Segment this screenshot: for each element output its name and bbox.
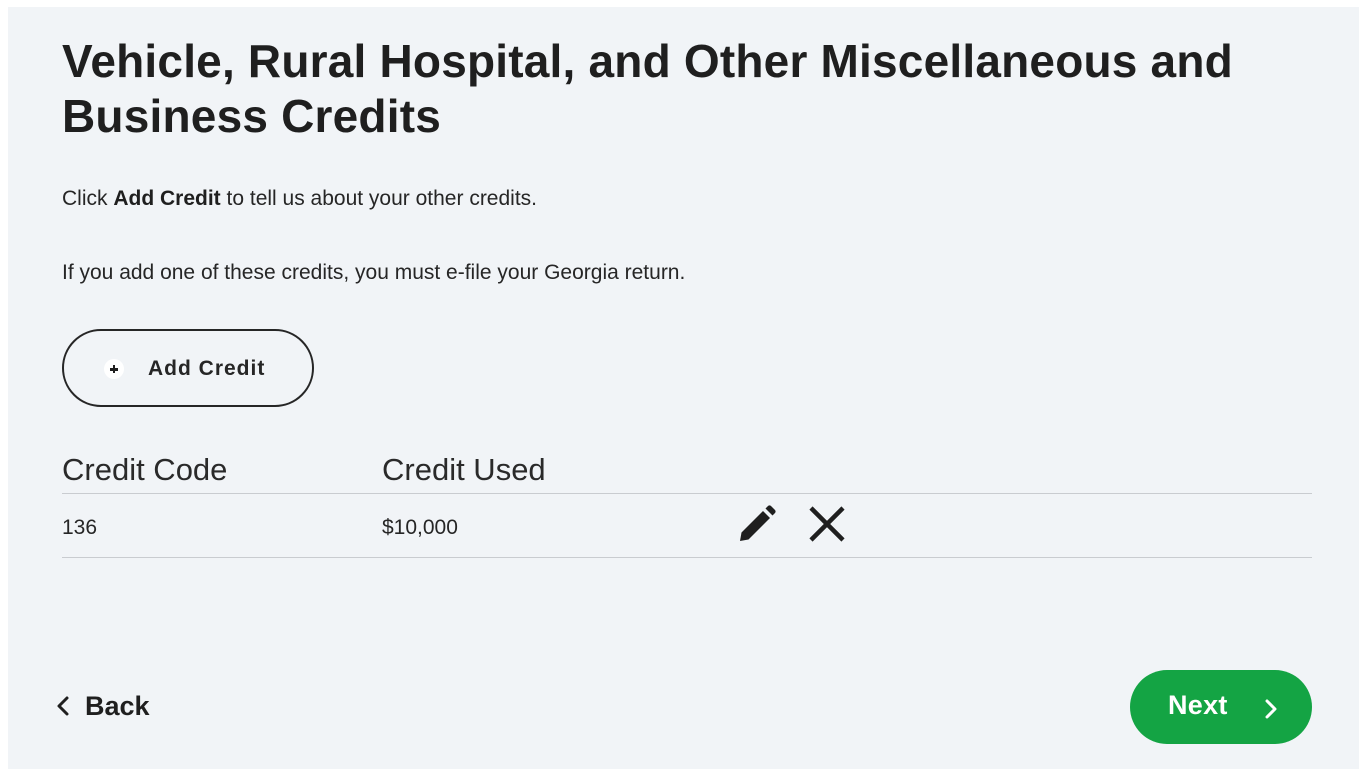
column-header-credit-used: Credit Used [382,452,546,487]
chevron-right-icon [1265,699,1277,719]
next-label: Next [1168,690,1228,720]
instruction-prefix: Click [62,187,114,210]
pencil-icon [740,505,776,541]
instruction-suffix: to tell us about your other credits. [220,187,538,210]
table-header-divider [62,493,1312,494]
add-credit-button[interactable]: Add Credit [62,329,314,407]
next-button[interactable]: Next [1130,670,1312,744]
chevron-left-icon [57,696,69,716]
column-header-credit-code: Credit Code [62,452,228,487]
delete-credit-button[interactable] [805,502,849,546]
instruction-text: Click Add Credit to tell us about your o… [62,186,537,212]
table-row-divider [62,557,1312,558]
cell-credit-code: 136 [62,516,98,539]
add-credit-label: Add Credit [148,357,266,380]
close-icon [809,506,845,542]
efile-note: If you add one of these credits, you mus… [62,261,686,284]
plus-circle-icon [104,359,124,379]
back-button[interactable]: Back [55,686,150,726]
cell-credit-used: $10,000 [382,516,458,539]
back-label: Back [85,690,150,721]
edit-credit-button[interactable] [735,502,779,546]
page-title: Vehicle, Rural Hospital, and Other Misce… [62,35,1233,142]
instruction-bold: Add Credit [113,187,221,210]
